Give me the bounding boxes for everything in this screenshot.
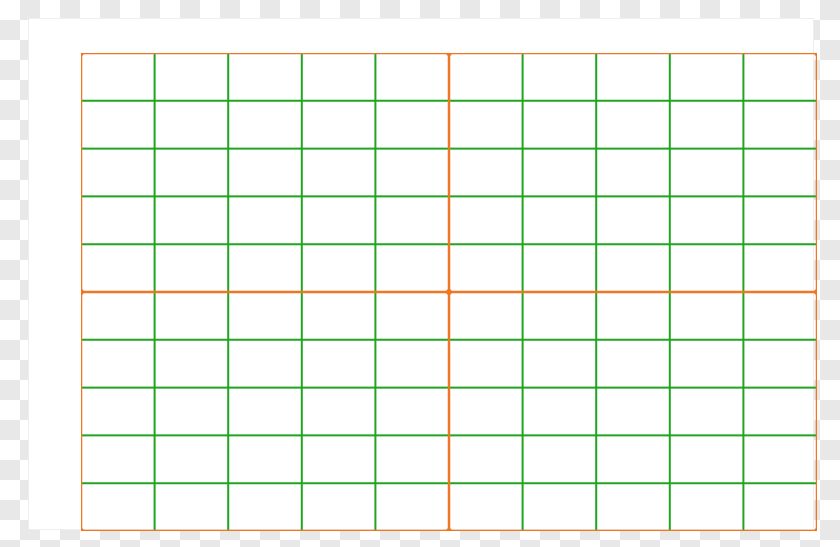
grid-plot xyxy=(81,53,817,531)
major-grid-node xyxy=(814,289,817,295)
major-grid-node xyxy=(446,53,452,56)
grid-svg xyxy=(81,53,817,531)
major-grid-node xyxy=(81,53,84,56)
major-grid-node xyxy=(446,289,452,295)
canvas-card xyxy=(28,18,814,530)
major-grid-node xyxy=(81,289,84,295)
major-grid-node xyxy=(81,528,84,531)
major-grid-node xyxy=(814,528,817,531)
major-grid-node xyxy=(814,53,817,56)
major-grid-node xyxy=(446,528,452,531)
